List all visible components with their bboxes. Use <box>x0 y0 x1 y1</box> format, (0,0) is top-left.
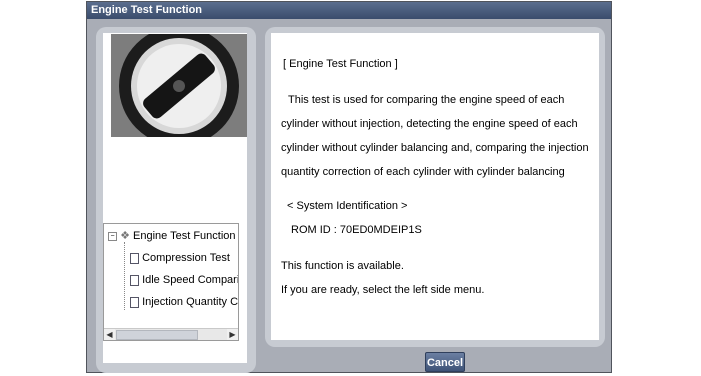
right-panel: [ Engine Test Function ] This test is us… <box>265 27 605 347</box>
gear-icon: ❖ <box>120 230 130 242</box>
document-icon <box>130 296 139 308</box>
tree-item-idle-speed[interactable]: Idle Speed Comparis <box>130 272 239 288</box>
info-line: cylinder without injection, detecting th… <box>281 118 578 130</box>
tree-item-engine-test[interactable]: − ❖ Engine Test Function <box>108 228 236 244</box>
scroll-thumb[interactable] <box>116 330 198 340</box>
menu-tree: − ❖ Engine Test Function Compression Tes… <box>103 223 239 341</box>
info-panel: [ Engine Test Function ] This test is us… <box>271 33 599 340</box>
cancel-button[interactable]: Cancel <box>425 352 465 372</box>
status-text: This function is available. <box>281 260 404 272</box>
document-icon <box>130 252 139 264</box>
info-line: This test is used for comparing the engi… <box>288 94 565 106</box>
document-icon <box>130 274 139 286</box>
tree-item-label: Idle Speed Comparis <box>142 274 239 286</box>
window-title: Engine Test Function <box>87 2 611 19</box>
info-line: quantity correction of each cylinder wit… <box>281 166 565 178</box>
engine-test-window: Engine Test Function − ❖ Engine Test Fun… <box>86 1 612 373</box>
scroll-left-icon[interactable]: ◀ <box>104 329 115 340</box>
tree-connector <box>124 242 125 310</box>
horizontal-scrollbar[interactable]: ◀ ▶ <box>104 328 238 340</box>
info-heading: [ Engine Test Function ] <box>283 58 398 70</box>
info-line: cylinder without cylinder balancing and,… <box>281 142 589 154</box>
collapse-icon[interactable]: − <box>108 231 117 241</box>
instruction-text: If you are ready, select the left side m… <box>281 284 485 296</box>
system-id-heading: < System Identification > <box>287 200 408 212</box>
tree-item-label: Compression Test <box>142 252 230 264</box>
tree-item-compression-test[interactable]: Compression Test <box>130 250 230 266</box>
scroll-right-icon[interactable]: ▶ <box>227 329 238 340</box>
tree-item-label: Engine Test Function <box>133 230 236 242</box>
tree-item-injection-quantity[interactable]: Injection Quantity C <box>130 294 238 310</box>
ignition-switch-photo <box>111 34 247 137</box>
rom-id: ROM ID : 70ED0MDEIP1S <box>291 224 422 236</box>
tree-item-label: Injection Quantity C <box>142 296 239 308</box>
